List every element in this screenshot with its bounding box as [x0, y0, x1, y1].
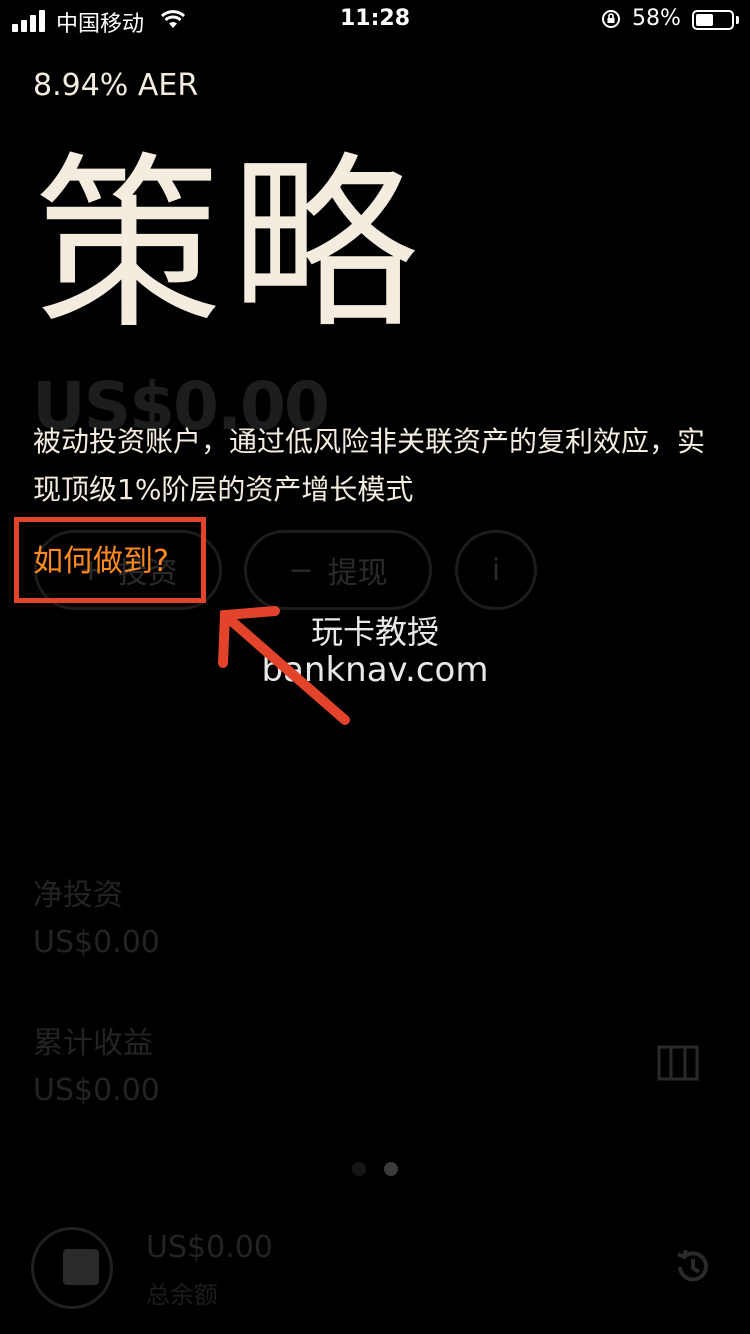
info-button[interactable]: i [455, 530, 537, 610]
page-indicator-dot-active [384, 1162, 398, 1176]
info-icon: i [491, 552, 501, 588]
stop-icon [63, 1249, 99, 1285]
net-investment-label: 净投资 [33, 878, 123, 913]
history-icon[interactable] [672, 1246, 714, 1288]
cumulative-gain-value: US$0.00 [33, 1073, 160, 1108]
annotation-arrow-icon [218, 606, 350, 725]
watermark-text: 玩卡教授 [310, 613, 439, 651]
minus-icon: − [288, 552, 314, 588]
cumulative-gain-label: 累计收益 [33, 1026, 153, 1061]
total-balance-label: 总余额 [146, 1281, 218, 1309]
total-balance-value: US$0.00 [146, 1230, 273, 1265]
description-text: 被动投资账户，通过低风险非关联资产的复利效应，实现顶级1%阶层的资产增长模式 [33, 425, 706, 506]
rotation-lock-icon [602, 10, 620, 28]
status-bar: 中国移动 11:28 58% [0, 0, 750, 40]
page-indicator-dot [352, 1162, 366, 1176]
highlight-box [14, 517, 206, 603]
battery-tip [736, 16, 739, 24]
columns-icon[interactable] [657, 1043, 699, 1083]
page-title: 策略 [34, 136, 426, 355]
battery-percentage: 58% [632, 6, 681, 31]
battery-icon [692, 10, 734, 30]
withdraw-label: 提现 [327, 556, 388, 591]
rate-label: 8.94% AER [33, 68, 199, 103]
watermark-url: banknav.com [261, 650, 489, 690]
net-investment-value: US$0.00 [33, 925, 160, 960]
